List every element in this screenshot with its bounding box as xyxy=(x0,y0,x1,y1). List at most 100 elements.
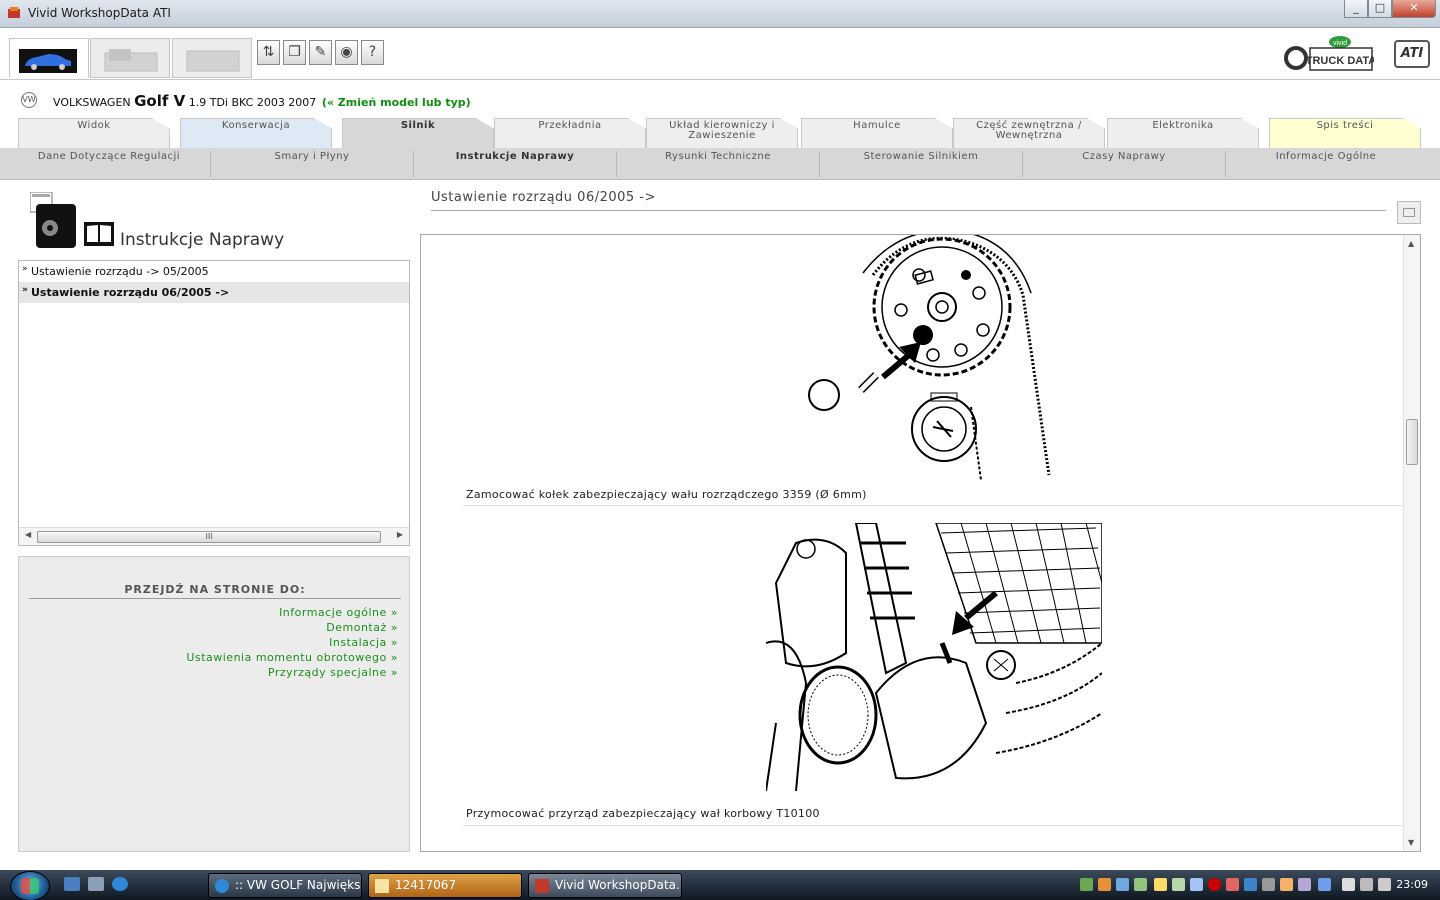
ati-logo: ATI xyxy=(1394,40,1430,68)
goto-link-demontaz[interactable]: Demontaż » xyxy=(186,620,398,635)
svg-text:vivid: vivid xyxy=(1333,40,1347,47)
goto-link-informacje[interactable]: Informacje ogólne » xyxy=(186,605,398,620)
goto-link-instalacja[interactable]: Instalacja » xyxy=(186,635,398,650)
taskbar: :: VW GOLF Największ... 12417067 Vivid W… xyxy=(0,870,1440,900)
show-desktop-icon[interactable] xyxy=(64,877,80,891)
truck-data-logo: vivid TRUCK DATA xyxy=(1284,34,1376,74)
subtab-smary[interactable]: Smary i Płyny xyxy=(211,151,414,177)
cd-icon[interactable]: ◉ xyxy=(335,40,358,65)
car-icon xyxy=(19,49,77,73)
tray-icon[interactable] xyxy=(1244,878,1257,891)
tab-spis-tresci[interactable]: Spis treści xyxy=(1269,118,1421,148)
internet-explorer-icon[interactable] xyxy=(112,877,128,891)
tray-icon[interactable] xyxy=(1098,878,1111,891)
list-item[interactable]: » Ustawienie rozrządu 06/2005 -> xyxy=(19,282,409,303)
documents-list: » Ustawienie rozrządu -> 05/2005 » Ustaw… xyxy=(18,260,410,546)
truck-icon xyxy=(104,49,158,72)
divider xyxy=(463,505,1403,506)
sub-tabs: Dane Dotyczące Regulacji Smary i Płyny I… xyxy=(0,148,1440,180)
tab-przekladnia[interactable]: Przekładnia xyxy=(494,118,646,148)
app-icon xyxy=(8,7,20,18)
tray-icon[interactable] xyxy=(1154,878,1167,891)
taskbar-item-browser[interactable]: :: VW GOLF Największ... xyxy=(208,873,362,898)
minimize-button[interactable]: _ xyxy=(1344,0,1368,18)
mode-tab-car[interactable] xyxy=(9,38,89,78)
tab-elektronika[interactable]: Elektronika xyxy=(1107,118,1259,148)
tree-icon[interactable]: ⇅ xyxy=(257,40,280,65)
scroll-down-icon[interactable]: ▼ xyxy=(1408,838,1414,847)
goto-link-przyrzady[interactable]: Przyrządy specjalne » xyxy=(186,665,398,680)
tab-widok[interactable]: Widok xyxy=(18,118,170,148)
mode-tab-trailer[interactable] xyxy=(172,38,252,78)
scroll-right-icon[interactable]: ▶ xyxy=(397,530,403,539)
subtab-dane-regulacji[interactable]: Dane Dotyczące Regulacji xyxy=(8,151,211,177)
network-icon[interactable] xyxy=(1360,878,1373,891)
chevron-right-icon: » xyxy=(22,285,28,295)
book-icon xyxy=(84,222,114,246)
list-item[interactable]: » Ustawienie rozrządu -> 05/2005 xyxy=(19,261,409,282)
tray-icon[interactable] xyxy=(1116,878,1129,891)
app-icon xyxy=(535,879,549,893)
copy-icon[interactable]: ❐ xyxy=(283,40,306,65)
step-caption: Przymocować przyrząd zabezpieczający wał… xyxy=(466,807,820,820)
maximize-button[interactable]: □ xyxy=(1368,0,1392,18)
title-bar[interactable]: Vivid WorkshopData ATI _ □ ✕ xyxy=(0,0,1440,28)
tab-uklad-kierowniczy[interactable]: Układ kierowniczy i Zawieszenie xyxy=(646,118,798,148)
vertical-scrollbar[interactable]: ▲ ▼ xyxy=(1403,235,1420,851)
bluetooth-icon[interactable] xyxy=(1318,878,1331,891)
vehicle-description: VOLKSWAGEN Golf V 1.9 TDi BKC 2003 2007 … xyxy=(53,92,471,110)
edit-icon[interactable]: ✎ xyxy=(309,40,332,65)
internet-explorer-icon xyxy=(215,879,229,893)
tray-icon[interactable] xyxy=(1280,878,1293,891)
subtab-informacje[interactable]: Informacje Ogólne xyxy=(1226,151,1426,177)
divider xyxy=(431,210,1386,211)
start-button[interactable] xyxy=(10,871,50,900)
taskbar-item-label: Vivid WorkshopData... xyxy=(555,878,682,892)
horizontal-scrollbar[interactable]: ◀ III ▶ xyxy=(19,527,409,545)
close-button[interactable]: ✕ xyxy=(1392,0,1436,18)
scroll-up-icon[interactable]: ▲ xyxy=(1408,239,1414,248)
app-window: Vivid WorkshopData ATI _ □ ✕ ⇅ ❐ ✎ ◉ ? v… xyxy=(0,0,1440,900)
vehicle-line: VW VOLKSWAGEN Golf V 1.9 TDi BKC 2003 20… xyxy=(0,80,1440,118)
subtab-rysunki[interactable]: Rysunki Techniczne xyxy=(617,151,820,177)
mail-icon xyxy=(375,879,389,893)
scroll-thumb[interactable] xyxy=(1406,419,1418,465)
help-icon[interactable]: ? xyxy=(361,40,384,65)
subtab-sterowanie[interactable]: Sterowanie Silnikiem xyxy=(820,151,1023,177)
step-caption: Zamocować kołek zabezpieczający wału roz… xyxy=(466,488,867,501)
tray-icon[interactable] xyxy=(1080,878,1093,891)
taskbar-item-vivid[interactable]: Vivid WorkshopData... xyxy=(528,873,682,898)
content-pane[interactable]: Zamocować kołek zabezpieczający wału roz… xyxy=(420,234,1421,852)
left-panel-header: Instrukcje Naprawy xyxy=(18,190,410,256)
tab-silnik[interactable]: Silnik xyxy=(342,118,494,148)
battery-icon[interactable] xyxy=(1342,878,1355,891)
taskbar-item-mail[interactable]: 12417067 xyxy=(368,873,522,898)
subtab-instrukcje-naprawy[interactable]: Instrukcje Naprawy xyxy=(414,151,617,177)
vehicle-make: VOLKSWAGEN xyxy=(53,96,131,109)
print-button[interactable] xyxy=(1397,201,1421,224)
tray-icon[interactable] xyxy=(1262,878,1275,891)
tab-czesc-zewnetrzna[interactable]: Część zewnętrzna / Wewnętrzna xyxy=(953,118,1105,148)
mode-tab-truck[interactable] xyxy=(90,38,170,78)
tab-konserwacja[interactable]: Konserwacja xyxy=(180,118,332,148)
tray-icon[interactable] xyxy=(1190,878,1203,891)
switch-windows-icon[interactable] xyxy=(88,877,104,891)
tray-icon[interactable] xyxy=(1208,878,1221,891)
volume-icon[interactable] xyxy=(1378,878,1391,891)
goto-link-moment[interactable]: Ustawienia momentu obrotowego » xyxy=(186,650,398,665)
tray-icon[interactable] xyxy=(1134,878,1147,891)
window-title: Vivid WorkshopData ATI xyxy=(28,6,171,20)
change-model-link[interactable]: (« Zmień model lub typ) xyxy=(322,96,471,109)
tray-icon[interactable] xyxy=(1226,878,1239,891)
panel-title: Instrukcje Naprawy xyxy=(120,230,285,250)
tab-hamulce[interactable]: Hamulce xyxy=(801,118,953,148)
tray-icon[interactable] xyxy=(1298,878,1311,891)
tray-icon[interactable] xyxy=(1172,878,1185,891)
printer-icon xyxy=(1403,208,1415,217)
clock[interactable]: 23:09 xyxy=(1396,878,1428,891)
scroll-thumb[interactable]: III xyxy=(37,531,381,543)
subtab-czasy[interactable]: Czasy Naprawy xyxy=(1023,151,1226,177)
crankshaft-lock-illustration xyxy=(766,523,1102,791)
camshaft-sprocket-illustration xyxy=(808,235,1051,480)
scroll-left-icon[interactable]: ◀ xyxy=(25,530,31,539)
